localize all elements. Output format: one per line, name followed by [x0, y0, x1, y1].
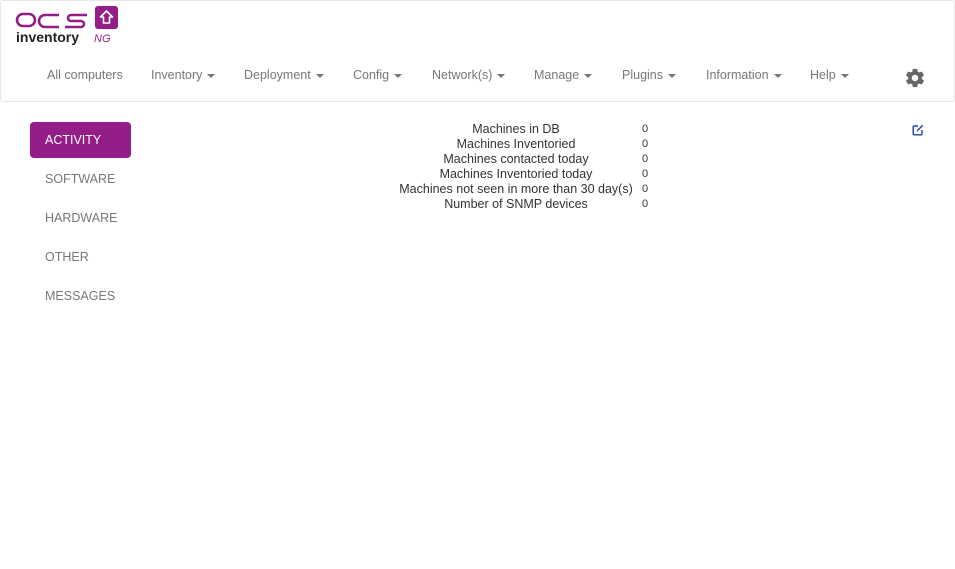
nav-information[interactable]: Information — [706, 68, 782, 82]
nav-deployment[interactable]: Deployment — [244, 68, 324, 82]
nav-config[interactable]: Config — [353, 68, 403, 82]
gear-icon[interactable] — [904, 67, 926, 89]
nav-label: Manage — [534, 68, 580, 82]
nav-label: Plugins — [622, 68, 663, 82]
stat-value: 0 — [642, 138, 649, 150]
stat-label: Machines Inventoried today — [439, 167, 593, 181]
nav-label: Network(s) — [432, 68, 493, 82]
nav-label: Config — [353, 68, 390, 82]
stat-label: Number of SNMP devices — [444, 197, 588, 211]
stat-value: 0 — [642, 123, 649, 135]
stat-row: Machines contacted today 0 — [390, 152, 652, 167]
caret-down-icon — [315, 73, 324, 78]
stat-label: Machines Inventoried — [456, 137, 576, 151]
caret-down-icon — [394, 73, 403, 78]
ocs-inventory-logo[interactable]: inventory NG — [15, 4, 121, 46]
sidebar-item-messages[interactable]: MESSAGES — [30, 278, 131, 314]
nav-plugins[interactable]: Plugins — [622, 68, 676, 82]
stat-value: 0 — [642, 198, 649, 210]
caret-down-icon — [584, 73, 593, 78]
stat-row: Machines not seen in more than 30 day(s)… — [390, 182, 652, 197]
stat-label: Machines not seen in more than 30 day(s) — [399, 182, 633, 196]
nav-label: Deployment — [244, 68, 311, 82]
sidebar-item-other[interactable]: OTHER — [30, 239, 131, 275]
stat-value: 0 — [642, 153, 649, 165]
stat-row: Machines Inventoried today 0 — [390, 167, 652, 182]
sidebar-item-software[interactable]: SOFTWARE — [30, 161, 131, 197]
stat-label: Machines contacted today — [443, 152, 589, 166]
stat-value: 0 — [642, 168, 649, 180]
caret-down-icon — [840, 73, 849, 78]
caret-down-icon — [497, 73, 506, 78]
logo-inventory-text: inventory — [16, 29, 79, 45]
nav-networks[interactable]: Network(s) — [432, 68, 506, 82]
main-nav: All computers Inventory Deployment Confi… — [1, 63, 954, 91]
stat-label: Machines in DB — [472, 122, 560, 136]
edit-icon[interactable] — [912, 124, 924, 136]
caret-down-icon — [668, 73, 676, 78]
stat-value: 0 — [642, 183, 649, 195]
stat-row: Machines Inventoried 0 — [390, 137, 652, 152]
stat-row: Number of SNMP devices 0 — [390, 197, 652, 212]
nav-label: All computers — [47, 68, 123, 82]
nav-help[interactable]: Help — [810, 68, 849, 82]
stat-row: Machines in DB 0 — [390, 122, 652, 137]
sidebar-item-activity[interactable]: ACTIVITY — [30, 122, 131, 158]
caret-down-icon — [773, 73, 782, 78]
nav-all-computers[interactable]: All computers — [47, 68, 123, 82]
nav-manage[interactable]: Manage — [534, 68, 593, 82]
logo-ng-text: NG — [94, 33, 111, 45]
nav-label: Inventory — [151, 68, 203, 82]
top-navbar: inventory NG All computers Inventory Dep… — [0, 0, 955, 102]
nav-label: Information — [706, 68, 769, 82]
nav-inventory[interactable]: Inventory — [151, 68, 216, 82]
sidebar-item-hardware[interactable]: HARDWARE — [30, 200, 131, 236]
nav-label: Help — [810, 68, 836, 82]
caret-down-icon — [207, 73, 216, 78]
